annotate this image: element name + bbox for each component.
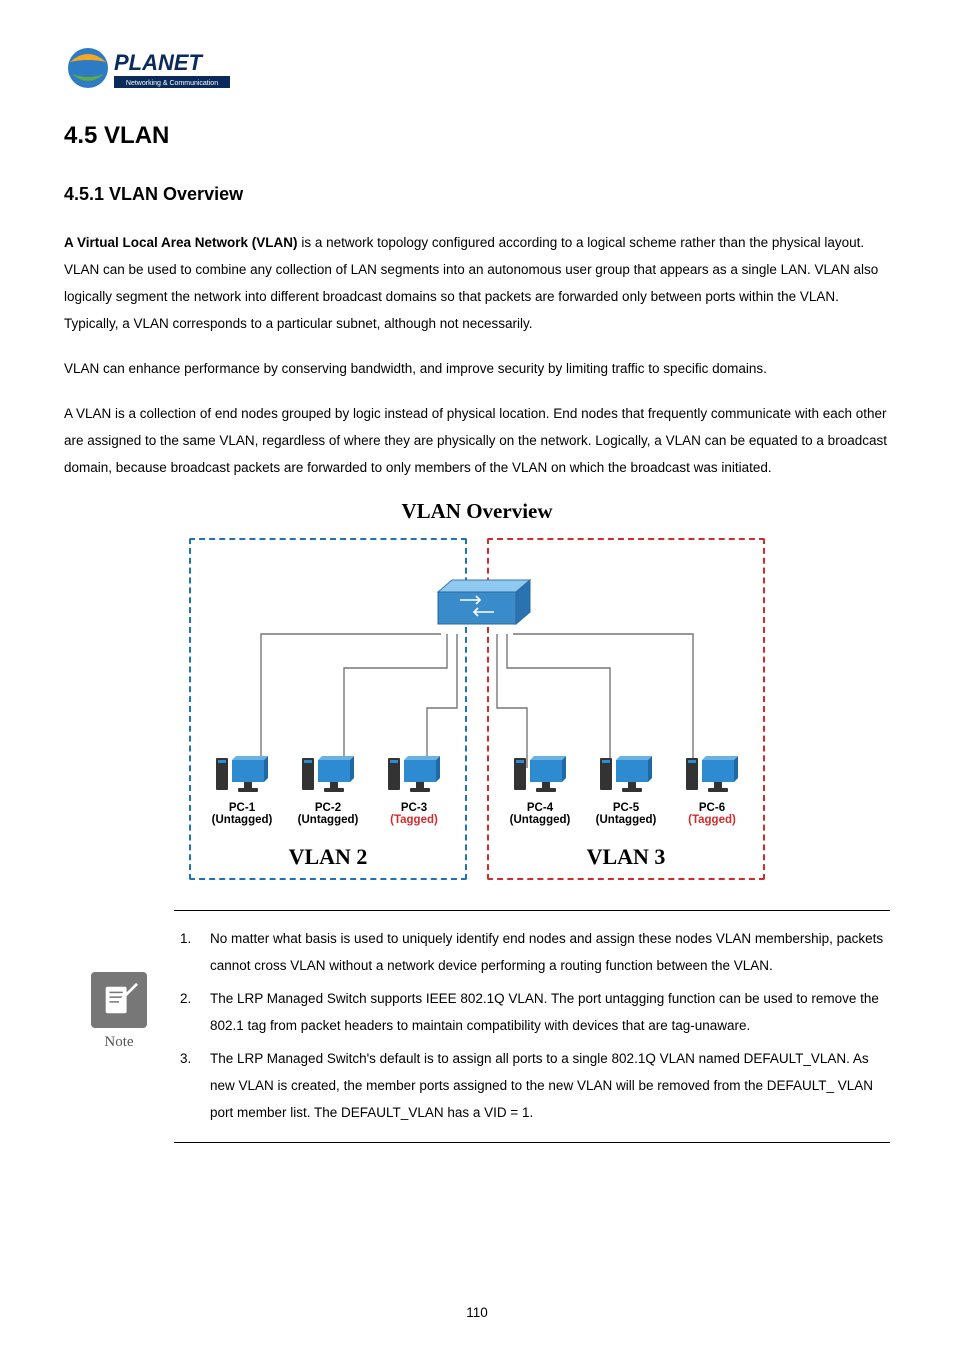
pc-tag: (Untagged) (298, 814, 359, 826)
note-item: 3.The LRP Managed Switch's default is to… (176, 1045, 888, 1126)
section-heading: 4.5 VLAN (64, 122, 890, 150)
pc-node: PC-5(Untagged) (585, 750, 667, 826)
note-item-text: No matter what basis is used to uniquely… (210, 925, 888, 979)
note-item: 2.The LRP Managed Switch supports IEEE 8… (176, 985, 888, 1039)
subsection-heading: 4.5.1 VLAN Overview (64, 184, 890, 205)
page-number: 110 (0, 1305, 954, 1320)
note-list: 1.No matter what basis is used to unique… (174, 910, 890, 1143)
pc-name: PC-3 (401, 802, 427, 814)
paragraph-3: A VLAN is a collection of end nodes grou… (64, 400, 890, 481)
pc-name: PC-2 (315, 802, 341, 814)
vlan3-label: VLAN 3 (489, 844, 763, 870)
pc-tag: (Tagged) (390, 814, 438, 826)
pc-tag: (Untagged) (596, 814, 657, 826)
note-block: Note 1.No matter what basis is used to u… (64, 910, 890, 1143)
note-item-text: The LRP Managed Switch supports IEEE 802… (210, 985, 888, 1039)
paragraph-1: A Virtual Local Area Network (VLAN) is a… (64, 229, 890, 337)
pc-node: PC-2(Untagged) (287, 750, 369, 826)
pc-node: PC-6(Tagged) (671, 750, 753, 826)
diagram-title: VLAN Overview (189, 499, 765, 524)
vlan-diagram: VLAN Overview PC-1(Untagged) (64, 499, 890, 882)
note-item-number: 1. (176, 925, 210, 979)
brand-logo: PLANET Networking & Communication (64, 40, 890, 96)
pc-tag: (Untagged) (212, 814, 273, 826)
switch-icon (422, 570, 532, 640)
note-item-number: 3. (176, 1045, 210, 1126)
note-label: Note (104, 1034, 133, 1051)
logo-brand-text: PLANET (114, 50, 204, 75)
paragraph-2: VLAN can enhance performance by conservi… (64, 355, 890, 382)
pc-tag: (Untagged) (510, 814, 571, 826)
planet-logo-icon: PLANET Networking & Communication (64, 40, 234, 96)
vlan2-label: VLAN 2 (191, 844, 465, 870)
paragraph-1-lead: A Virtual Local Area Network (VLAN) (64, 235, 298, 250)
logo-tagline-text: Networking & Communication (126, 80, 218, 87)
pc-name: PC-1 (229, 802, 255, 814)
pc-node: PC-1(Untagged) (201, 750, 283, 826)
pc-name: PC-4 (527, 802, 553, 814)
pc-tag: (Tagged) (688, 814, 736, 826)
note-item-number: 2. (176, 985, 210, 1039)
note-item-text: The LRP Managed Switch's default is to a… (210, 1045, 888, 1126)
pc-node: PC-4(Untagged) (499, 750, 581, 826)
note-item: 1.No matter what basis is used to unique… (176, 925, 888, 979)
pc-name: PC-5 (613, 802, 639, 814)
note-icon (91, 972, 147, 1028)
pc-name: PC-6 (699, 802, 725, 814)
pc-node: PC-3(Tagged) (373, 750, 455, 826)
